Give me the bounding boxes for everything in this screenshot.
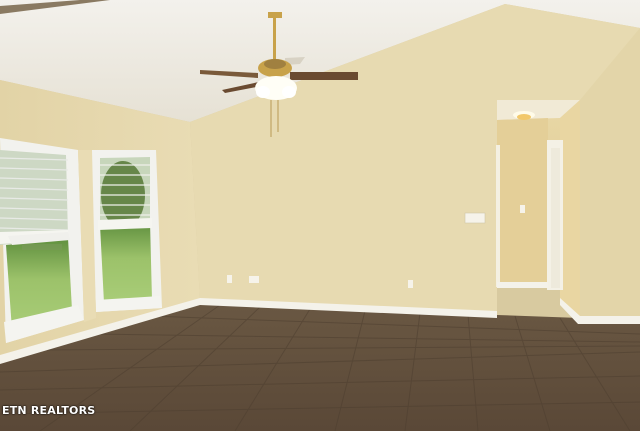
hallway-left-trim (496, 145, 500, 287)
fan-downrod (273, 17, 276, 59)
wall-outlet (249, 276, 259, 283)
window-right (90, 150, 162, 312)
hallway-back-wall (497, 118, 548, 287)
thermostat (464, 212, 486, 224)
baseboard-hall (497, 282, 548, 288)
watermark: ETN REALTORS (2, 404, 96, 417)
wall-outlet (227, 275, 232, 283)
window-left (0, 138, 84, 343)
room-photo: ETN REALTORS (0, 0, 640, 431)
room-illustration (0, 0, 640, 431)
fan-blade (290, 72, 358, 80)
hallway-switch (520, 205, 525, 213)
hallway-door (551, 148, 560, 288)
wall-outlet (408, 280, 413, 288)
hallway-light-glow (517, 114, 531, 120)
